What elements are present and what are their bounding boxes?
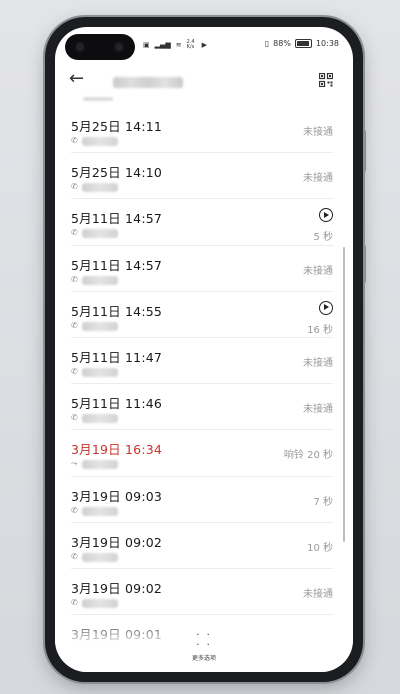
play-recording-icon[interactable]: [319, 300, 333, 315]
qr-code-icon[interactable]: [319, 73, 333, 87]
video-icon: ▶: [201, 41, 208, 49]
battery-percent: 88%: [273, 39, 291, 48]
phone-number-blurred: [82, 275, 118, 285]
call-time: 5月11日 14:55: [71, 303, 163, 319]
more-dots-icon: · · · ·: [196, 630, 212, 651]
call-status: 10 秒: [307, 542, 333, 554]
call-time: 5月25日 14:11: [71, 119, 163, 134]
call-time: 5月11日 14:57: [71, 257, 163, 273]
call-time: 3月19日 16:34: [71, 442, 163, 458]
phone-icon: ✆: [71, 320, 78, 330]
phone-number-blurred: [82, 552, 118, 562]
front-camera: [65, 34, 135, 60]
call-time: 5月11日 11:46: [71, 396, 163, 412]
status-left-icons: ▣ ▂▄▆ ≋ 2.4 K/s ▶: [143, 40, 207, 50]
call-time: 5月11日 11:47: [71, 349, 163, 365]
phone-number-blurred: [82, 229, 118, 239]
signal-icon: ▂▄▆: [154, 41, 171, 49]
camera-lens-icon: [113, 41, 125, 53]
wifi-icon: ≋: [175, 41, 182, 49]
vibrate-icon: ▯: [264, 39, 270, 48]
phone-number-blurred: [82, 183, 118, 193]
call-status: 未接通: [303, 357, 333, 369]
call-status: 5 秒: [313, 232, 333, 244]
phone-icon: ✆: [71, 413, 78, 423]
call-log-row[interactable]: 5月25日 14:11 ✆ 未接通: [71, 107, 333, 154]
phone-icon: ✆: [71, 366, 78, 376]
call-log-row[interactable]: 5月11日 11:46 ✆ 未接通: [71, 384, 333, 431]
screen: ▣ ▂▄▆ ≋ 2.4 K/s ▶ ▯ 88% 10:38 ← 5月25日 14…: [55, 27, 353, 672]
call-status: 7 秒: [313, 496, 333, 508]
call-time: 3月19日 09:02: [71, 580, 163, 596]
previous-item-blurred: [83, 97, 113, 101]
phone-icon: ✆: [71, 182, 78, 192]
call-log-row[interactable]: 3月19日 16:34 ⤳ 响铃 20 秒: [71, 430, 333, 477]
phone-icon: ✆: [71, 136, 78, 145]
play-recording-icon[interactable]: [319, 208, 333, 223]
call-log-row[interactable]: 5月11日 14:57 ✆ 未接通: [71, 246, 333, 292]
network-speed: 2.4 K/s: [186, 39, 195, 50]
missed-call-icon: ⤳: [71, 459, 78, 469]
call-status: 未接通: [303, 265, 333, 277]
call-log-row[interactable]: 3月19日 09:03 ✆ 7 秒: [71, 477, 333, 523]
call-log-row[interactable]: 3月19日 09:02 ✆ 10 秒: [71, 523, 333, 569]
contact-name-blurred: [113, 77, 183, 88]
phone-icon: ✆: [71, 274, 78, 284]
call-status: 未接通: [303, 404, 333, 416]
call-time: 3月19日 09:02: [71, 534, 163, 550]
phone-number-blurred: [82, 414, 118, 424]
call-log-row[interactable]: 5月25日 14:10 ✆ 未接通: [71, 153, 333, 200]
call-time: 3月19日 09:03: [71, 488, 163, 504]
phone-icon: ✆: [71, 597, 78, 607]
phone-number-blurred: [82, 598, 118, 608]
status-right: ▯ 88% 10:38: [265, 39, 339, 48]
more-options-button[interactable]: · · · · 更多选项: [55, 630, 353, 663]
call-status: 未接通: [303, 127, 333, 138]
call-log-row[interactable]: 5月11日 14:57 ✆ 5 秒: [71, 199, 333, 246]
call-log-row[interactable]: 5月11日 14:55 ✆ 16 秒: [71, 292, 333, 338]
camera-lens-icon: [74, 41, 86, 53]
phone-icon: ✆: [71, 228, 78, 238]
call-status: 响铃 20 秒: [283, 450, 333, 462]
phone-icon: ✆: [71, 505, 78, 515]
phone-number-blurred: [82, 137, 118, 146]
call-log-row[interactable]: 3月19日 09:02 ✆ 未接通: [71, 569, 333, 616]
phone-number-blurred: [82, 321, 118, 331]
call-status: 未接通: [303, 588, 333, 600]
call-time: 5月25日 14:10: [71, 165, 163, 181]
phone-icon: ✆: [71, 551, 78, 561]
clock: 10:38: [315, 39, 339, 48]
call-time: 5月11日 14:57: [71, 211, 163, 227]
call-log-row[interactable]: 5月11日 11:47 ✆ 未接通: [71, 338, 333, 385]
more-options-label: 更多选项: [191, 655, 216, 662]
back-arrow-icon[interactable]: ←: [69, 68, 84, 89]
scrollbar[interactable]: [343, 247, 345, 542]
battery-icon: [294, 39, 312, 48]
nfc-icon: ▣: [143, 41, 150, 49]
call-log-list: 5月25日 14:11 ✆ 未接通 5月25日 14:10 ✆ 未接通 5月11日 14:5…: [55, 107, 353, 662]
status-bar: ▣ ▂▄▆ ≋ 2.4 K/s ▶ ▯ 88% 10:38: [55, 27, 353, 61]
phone-number-blurred: [82, 460, 118, 470]
phone-number-blurred: [82, 506, 118, 516]
call-status: 未接通: [303, 173, 333, 185]
call-status: 16 秒: [307, 324, 333, 336]
phone-number-blurred: [82, 367, 118, 377]
header: ←: [55, 63, 353, 97]
